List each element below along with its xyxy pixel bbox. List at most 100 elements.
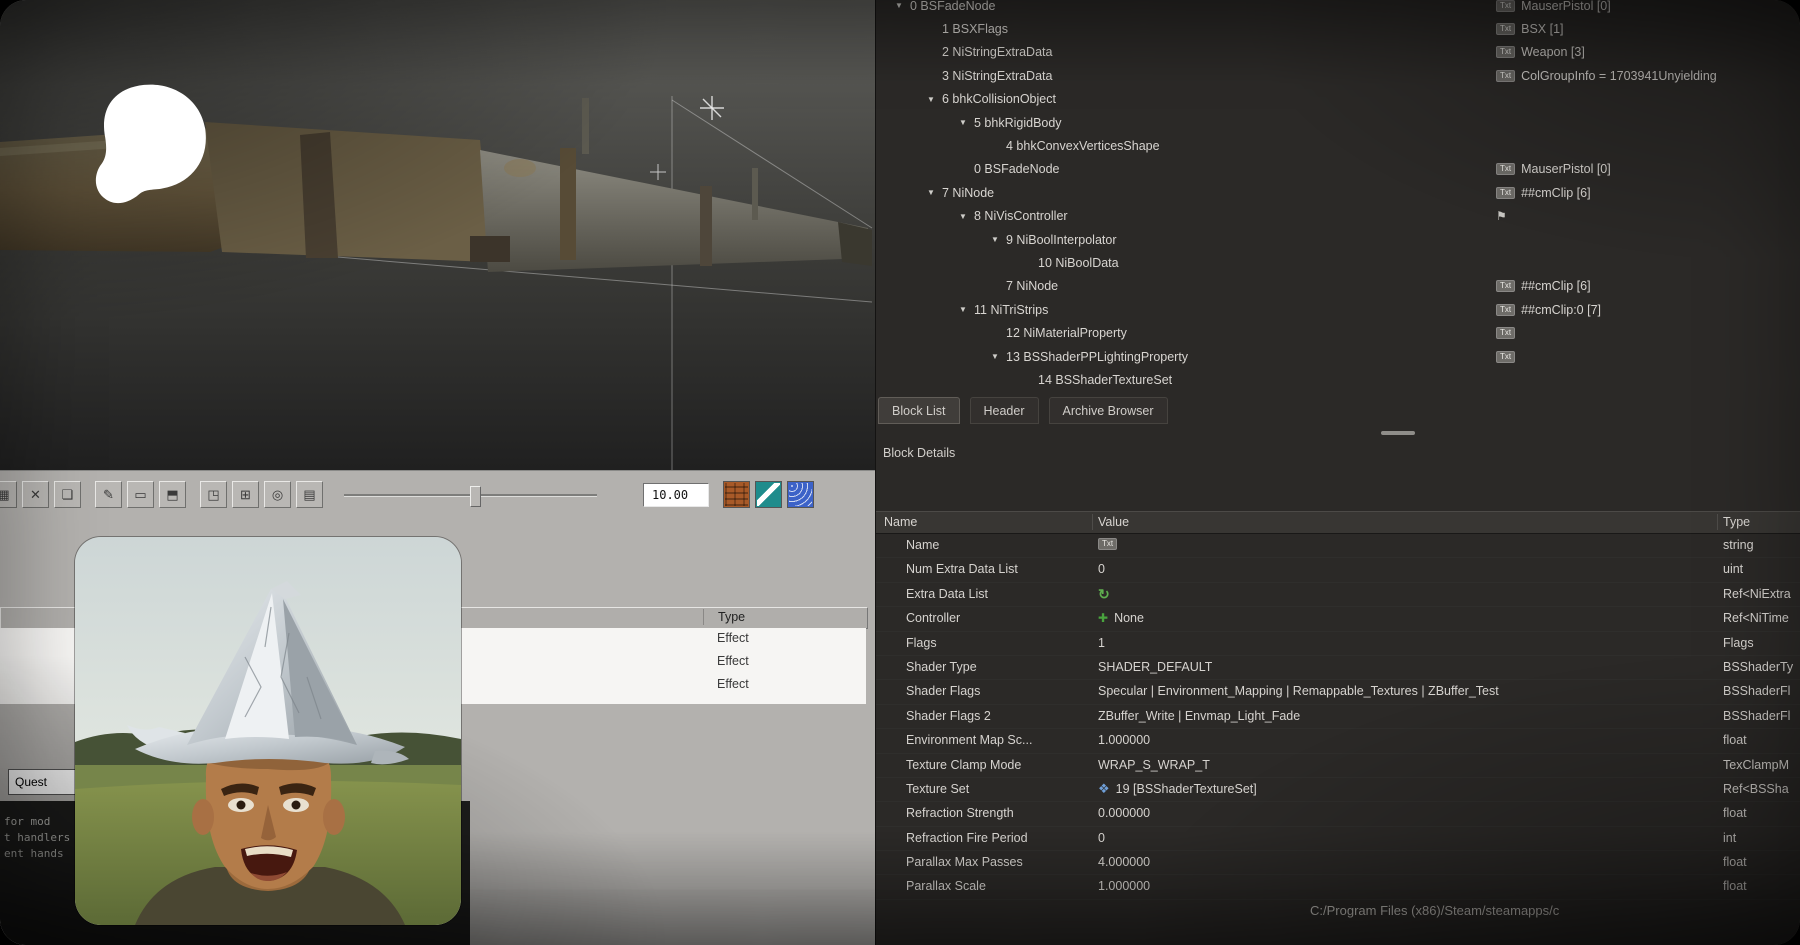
tree-node-label: 8 NiVisController (974, 209, 1068, 223)
field-value-cell[interactable]: WRAP_S_WRAP_T (1098, 758, 1210, 772)
details-row[interactable]: Flags 1 Flags (876, 632, 1800, 656)
expander-icon[interactable]: ▼ (920, 188, 942, 197)
expander-icon[interactable]: ▼ (920, 95, 942, 104)
splitter-handle[interactable] (1381, 431, 1415, 435)
grid-icon[interactable]: ⊞ (232, 481, 259, 508)
details-row[interactable]: Texture Clamp Mode WRAP_S_WRAP_T TexClam… (876, 754, 1800, 778)
bricks-texture-icon[interactable] (723, 481, 750, 508)
tool-glyph: ◎ (272, 487, 283, 503)
zoom-slider[interactable] (344, 494, 597, 500)
tree-row[interactable]: ▼ 7 NiNode ##cmClip [6] (876, 181, 1800, 204)
expander-icon[interactable]: ▼ (984, 235, 1006, 244)
tool-glyph: ⊞ (240, 487, 251, 503)
tree-row[interactable]: ▼ 6 bhkCollisionObject (876, 88, 1800, 111)
tree-row[interactable]: ▼ 4 bhkConvexVerticesShape (876, 134, 1800, 157)
details-row[interactable]: Num Extra Data List 0 uint (876, 558, 1800, 582)
tree-row[interactable]: ▼ 14 BSShaderTextureSet (876, 368, 1800, 391)
field-value-cell[interactable] (1098, 587, 1116, 602)
tree-row[interactable]: ▼ 12 NiMaterialProperty (876, 321, 1800, 344)
expander-icon[interactable]: ▼ (952, 212, 974, 221)
box-icon[interactable]: ▭ (127, 481, 154, 508)
details-row[interactable]: Environment Map Sc... 1.000000 float (876, 729, 1800, 753)
field-value-cell[interactable]: SHADER_DEFAULT (1098, 660, 1212, 674)
details-row[interactable]: Controller None Ref<NiTime (876, 607, 1800, 631)
tree-row[interactable]: ▼ 11 NiTriStrips ##cmClip:0 [7] (876, 298, 1800, 321)
tree-row[interactable]: ▼ 13 BSShaderPPLightingProperty (876, 345, 1800, 368)
field-value-cell[interactable]: 0.000000 (1098, 806, 1150, 820)
angle-snap-icon[interactable]: ◎ (264, 481, 291, 508)
details-row[interactable]: Shader Flags Specular | Environment_Mapp… (876, 680, 1800, 704)
tree-row[interactable]: ▼ 3 NiStringExtraData ColGroupInfo = 170… (876, 64, 1800, 87)
tree-row[interactable]: ▼ 0 BSFadeNode MauserPistol [0] (876, 158, 1800, 181)
details-row[interactable]: Extra Data List Ref<NiExtra (876, 583, 1800, 607)
tree-row[interactable]: ▼ 7 NiNode ##cmClip [6] (876, 275, 1800, 298)
field-value-cell[interactable]: 4.000000 (1098, 855, 1150, 869)
field-value-cell[interactable]: 0 (1098, 562, 1105, 576)
tool-glyph: ▤ (303, 487, 315, 503)
water-arrow-icon[interactable] (755, 481, 782, 508)
patreon-logo-icon (76, 80, 214, 210)
tree-node-value-text: ##cmClip [6] (1521, 279, 1590, 293)
type-column-header[interactable]: Type (718, 610, 745, 624)
expander-icon[interactable]: ▼ (952, 118, 974, 127)
column-divider (1092, 514, 1093, 530)
tree-node-value: MauserPistol [0] (1496, 162, 1611, 176)
field-value-cell[interactable]: 1.000000 (1098, 879, 1150, 893)
render-viewport[interactable] (0, 0, 875, 470)
field-value-cell[interactable]: ZBuffer_Write | Envmap_Light_Fade (1098, 709, 1300, 723)
details-row[interactable]: Name string (876, 534, 1800, 558)
tree-node-value-text: MauserPistol [0] (1521, 0, 1611, 13)
zoom-value-input[interactable]: 10.00 (643, 483, 709, 507)
screenshot-root: ▦ ✕ ❏ ✎ ▭ ⬒ ◳ ⊞ ◎ ▤ (0, 0, 1800, 945)
tree-row[interactable]: ▼ 0 BSFadeNode MauserPistol [0] (876, 0, 1800, 17)
tree-row[interactable]: ▼ 10 NiBoolData (876, 251, 1800, 274)
field-type-cell: uint (1723, 562, 1800, 576)
panel-tab[interactable]: Archive Browser (1049, 397, 1168, 424)
edit-icon[interactable]: ✎ (95, 481, 122, 508)
tree-node-value-text: Weapon [3] (1521, 45, 1585, 59)
panel-tab[interactable]: Header (970, 397, 1039, 424)
expander-icon[interactable]: ▼ (952, 305, 974, 314)
field-type-cell: float (1723, 806, 1800, 820)
details-row[interactable]: Shader Flags 2 ZBuffer_Write | Envmap_Li… (876, 705, 1800, 729)
delete-icon[interactable]: ✕ (22, 481, 49, 508)
expander-icon[interactable]: ▼ (984, 352, 1006, 361)
details-row[interactable]: Refraction Strength 0.000000 float (876, 802, 1800, 826)
tree-node-value: ##cmClip:0 [7] (1496, 303, 1601, 317)
field-type-cell: BSShaderFl (1723, 709, 1800, 723)
details-row[interactable]: Texture Set 19 [BSShaderTextureSet] Ref<… (876, 778, 1800, 802)
field-value-cell[interactable] (1098, 538, 1123, 550)
name-column-header[interactable]: Name (884, 515, 917, 529)
field-value-cell[interactable]: 19 [BSShaderTextureSet] (1098, 782, 1257, 796)
details-row[interactable]: Refraction Fire Period 0 int (876, 827, 1800, 851)
stipple-texture-icon[interactable] (787, 481, 814, 508)
tree-row[interactable]: ▼ 1 BSXFlags BSX [1] (876, 17, 1800, 40)
value-column-header[interactable]: Value (1098, 515, 1129, 529)
tree-node-label: 11 NiTriStrips (974, 303, 1048, 317)
tree-row[interactable]: ▼ 8 NiVisController (876, 205, 1800, 228)
panel-tab[interactable]: Block List (878, 397, 960, 424)
creator-avatar[interactable] (75, 537, 461, 925)
tree-row[interactable]: ▼ 5 bhkRigidBody (876, 111, 1800, 134)
slider-handle[interactable] (470, 486, 481, 507)
details-row[interactable]: Parallax Scale 1.000000 float (876, 875, 1800, 899)
select-grid-icon[interactable]: ▦ (0, 481, 17, 508)
field-value-cell[interactable]: None (1098, 611, 1144, 625)
type-column-header[interactable]: Type (1723, 515, 1750, 529)
details-row[interactable]: Shader Type SHADER_DEFAULT BSShaderTy (876, 656, 1800, 680)
details-row[interactable]: Parallax Max Passes 4.000000 float (876, 851, 1800, 875)
details-header-row[interactable]: Name Value Type (876, 511, 1800, 534)
list-icon[interactable]: ▤ (296, 481, 323, 508)
tree-node-label: 12 NiMaterialProperty (1006, 326, 1127, 340)
field-value-cell[interactable]: 0 (1098, 831, 1105, 845)
field-value-cell[interactable]: 1.000000 (1098, 733, 1150, 747)
frame-icon[interactable]: ◳ (200, 481, 227, 508)
tree-row[interactable]: ▼ 9 NiBoolInterpolator (876, 228, 1800, 251)
block-list-tree[interactable]: ▼ 0 BSFadeNode MauserPistol [0] ▼ 1 BSXF… (876, 0, 1800, 394)
tree-row[interactable]: ▼ 2 NiStringExtraData Weapon [3] (876, 41, 1800, 64)
fill-icon[interactable]: ⬒ (159, 481, 186, 508)
expander-icon[interactable]: ▼ (888, 1, 910, 10)
field-value-cell[interactable]: 1 (1098, 636, 1105, 650)
clone-icon[interactable]: ❏ (54, 481, 81, 508)
field-value-cell[interactable]: Specular | Environment_Mapping | Remappa… (1098, 684, 1499, 698)
